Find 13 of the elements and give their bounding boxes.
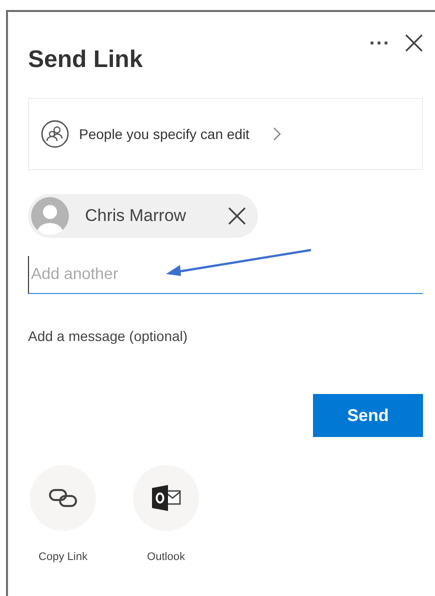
dialog-title: Send Link — [28, 46, 143, 74]
people-icon — [41, 120, 69, 148]
recipient-input[interactable]: Add another — [28, 256, 423, 294]
send-button[interactable]: Send — [313, 394, 423, 437]
option-label: Copy Link — [38, 551, 88, 563]
close-icon[interactable] — [405, 34, 423, 52]
avatar-icon — [31, 197, 69, 235]
permission-setting[interactable]: People you specify can edit — [28, 98, 423, 170]
option-label: Outlook — [147, 551, 185, 563]
recipient-name: Chris Marrow — [85, 206, 188, 226]
chevron-right-icon — [273, 127, 282, 141]
remove-icon[interactable] — [228, 207, 246, 225]
more-options-icon[interactable] — [369, 40, 389, 46]
